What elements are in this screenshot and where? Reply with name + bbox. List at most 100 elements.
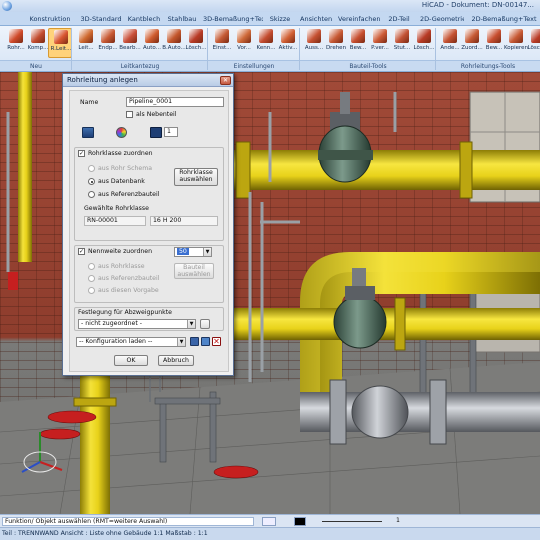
radio-aus-rohr-schema[interactable] — [88, 165, 95, 172]
bauteil-auswaehlen-button[interactable]: Bauteil auswählen — [174, 263, 214, 279]
ribbon-button[interactable]: Stut... — [390, 28, 414, 58]
selected-rohrklasse-label: Gewählte Rohrklasse — [84, 205, 149, 212]
change-icon — [443, 29, 457, 43]
ribbon-button[interactable]: Bew... — [346, 28, 370, 58]
ribbon-tab[interactable]: Stahlbau — [166, 14, 198, 26]
radio-aus-datenbank[interactable] — [88, 178, 95, 185]
radio-aus-diesen-vorgabe[interactable] — [88, 287, 95, 294]
ribbon-button[interactable]: Endp... — [96, 28, 120, 58]
radio-aus-rohrklasse[interactable] — [88, 263, 95, 270]
status-bar: Teil : TRENNWAND Ansicht : Liste ohne Ge… — [0, 527, 540, 540]
ribbon-button[interactable]: Ände... — [438, 28, 462, 58]
save-config-icon[interactable] — [190, 337, 199, 346]
ribbon-group-label: Leitkantezug — [72, 60, 208, 71]
ribbon-tab[interactable]: 3D-Standard — [80, 14, 122, 26]
delete-part-icon — [417, 29, 431, 43]
konfiguration-value: -- Konfiguration laden -- — [79, 338, 153, 345]
ribbon-button[interactable]: Bew... — [482, 28, 506, 58]
radio-aus-referenzbauteil[interactable] — [88, 191, 95, 198]
delete-config-icon[interactable]: ✕ — [212, 337, 221, 346]
guide-icon — [79, 29, 93, 43]
cancel-button[interactable]: Abbruch — [158, 355, 194, 366]
title-bar: HiCAD - Dokument: DN-00147... — [0, 0, 540, 12]
ribbon-button[interactable]: Einst... — [210, 28, 234, 58]
save-as-config-icon[interactable] — [201, 337, 210, 346]
name-label: Name — [80, 99, 99, 106]
ribbon-button[interactable]: Drehen — [324, 28, 348, 58]
rohrklasse-checkbox[interactable]: ✓ — [78, 150, 85, 157]
ribbon-button[interactable]: Lösch... — [412, 28, 436, 58]
ribbon-tab[interactable]: 3D-Bemaßung+Text — [203, 14, 263, 26]
ribbon-tab[interactable]: Vereinfachen — [338, 14, 380, 26]
ribbon-button[interactable]: Leit... — [74, 28, 98, 58]
ribbon-button[interactable]: P.ver... — [368, 28, 392, 58]
festlegung-select[interactable]: - nicht zugeordnet - ▼ — [78, 319, 196, 329]
ribbon-button[interactable]: Auss... — [302, 28, 326, 58]
ribbon-tab[interactable]: Ansichten — [300, 14, 332, 26]
festlegung-label: Festlegung für Abzweigpunkte — [78, 309, 172, 316]
ribbon-tab[interactable]: Skizze — [266, 14, 294, 26]
fitting-icon — [307, 29, 321, 43]
konfiguration-select[interactable]: -- Konfiguration laden -- ▼ — [76, 337, 186, 347]
move-icon — [351, 29, 365, 43]
radio-nw-aus-referenzbauteil[interactable] — [88, 275, 95, 282]
ribbon-button[interactable]: Komp... — [26, 28, 50, 58]
ribbon-button[interactable]: Lösch... — [184, 28, 208, 58]
chevron-down-icon: ▼ — [177, 338, 185, 346]
ribbon-button[interactable]: B.Auto... — [162, 28, 186, 58]
layer-count-field[interactable]: 1 — [164, 127, 178, 137]
command-prompt[interactable]: Funktion/ Objekt auswählen (RMT=weitere … — [2, 517, 254, 526]
rohrklasse-label: Rohrklasse zuordnen — [88, 150, 153, 157]
ribbon-button[interactable]: Kenn... — [254, 28, 278, 58]
color-wheel-icon[interactable] — [116, 127, 127, 138]
nennweite-label: Nennweite zuordnen — [88, 248, 153, 255]
als-nebenteil-checkbox[interactable] — [126, 111, 133, 118]
radio-aus-datenbank-label: aus Datenbank — [98, 178, 145, 185]
ribbon-group-label: Einstellungen — [208, 60, 300, 71]
ribbon-button-label: Lösch... — [413, 45, 435, 51]
ribbon-group-separator — [207, 28, 208, 70]
close-icon[interactable]: ✕ — [220, 76, 231, 85]
ribbon-tab[interactable]: 2D-Bemaßung+Text — [470, 14, 538, 26]
ribbon-button[interactable]: Aktiv... — [276, 28, 300, 58]
ribbon-button[interactable]: Lösch... — [526, 28, 540, 58]
command-bar: Funktion/ Objekt auswählen (RMT=weitere … — [0, 514, 540, 527]
ok-button[interactable]: OK — [114, 355, 148, 366]
ribbon-button[interactable]: R.Leit... — [48, 28, 72, 58]
endpoint-icon — [101, 29, 115, 43]
radio-nw-aus-referenzbauteil-label: aus Referenzbauteil — [98, 275, 160, 282]
radio-aus-diesen-vorgabe-label: aus diesen Vorgabe — [98, 287, 159, 294]
ribbon-tab[interactable]: Kantblech — [126, 14, 162, 26]
nennweite-checkbox[interactable]: ✓ — [78, 248, 85, 255]
als-nebenteil-label: als Nebenteil — [136, 111, 177, 118]
ribbon-button[interactable]: Rohr... — [4, 28, 28, 58]
ribbon-button[interactable]: Vor... — [232, 28, 256, 58]
line-style-icon[interactable] — [322, 521, 382, 522]
ribbon-button[interactable]: Kopieren — [504, 28, 528, 58]
app-menu-button[interactable] — [2, 1, 12, 11]
auto-route-icon — [145, 29, 159, 43]
rotate-icon — [329, 29, 343, 43]
pipe-icon — [9, 29, 23, 43]
fill-style-icon[interactable] — [262, 517, 276, 526]
part-icon[interactable] — [82, 127, 94, 138]
color-swatch-icon[interactable] — [294, 517, 306, 526]
nennweite-select[interactable]: 50 ▼ — [174, 247, 212, 257]
marker-icon — [259, 29, 273, 43]
festlegung-value: - nicht zugeordnet - — [81, 320, 142, 327]
ribbon-group-label: Bauteil-Tools — [300, 60, 436, 71]
ribbon-button[interactable]: Zuord... — [460, 28, 484, 58]
ribbon-tab[interactable]: Konstruktion — [28, 14, 72, 26]
ribbon-tab[interactable]: 2D-Teil — [386, 14, 412, 26]
name-field[interactable]: Pipeline_0001 — [126, 97, 224, 107]
ribbon-button[interactable]: Auto... — [140, 28, 164, 58]
rohrklasse-auswaehlen-button[interactable]: Rohrklasse auswählen — [174, 168, 218, 186]
ribbon-button[interactable]: Bearb... — [118, 28, 142, 58]
ribbon-tab[interactable]: 2D-Geometrie — [420, 14, 464, 26]
ribbon-group-separator — [435, 28, 436, 70]
layer-icon[interactable] — [150, 127, 162, 138]
chevron-down-icon: ▼ — [187, 320, 195, 328]
festlegung-options-button[interactable] — [200, 319, 210, 329]
line-width-value[interactable]: 1 — [396, 517, 400, 524]
window-title: HiCAD - Dokument: DN-00147... — [421, 1, 534, 9]
